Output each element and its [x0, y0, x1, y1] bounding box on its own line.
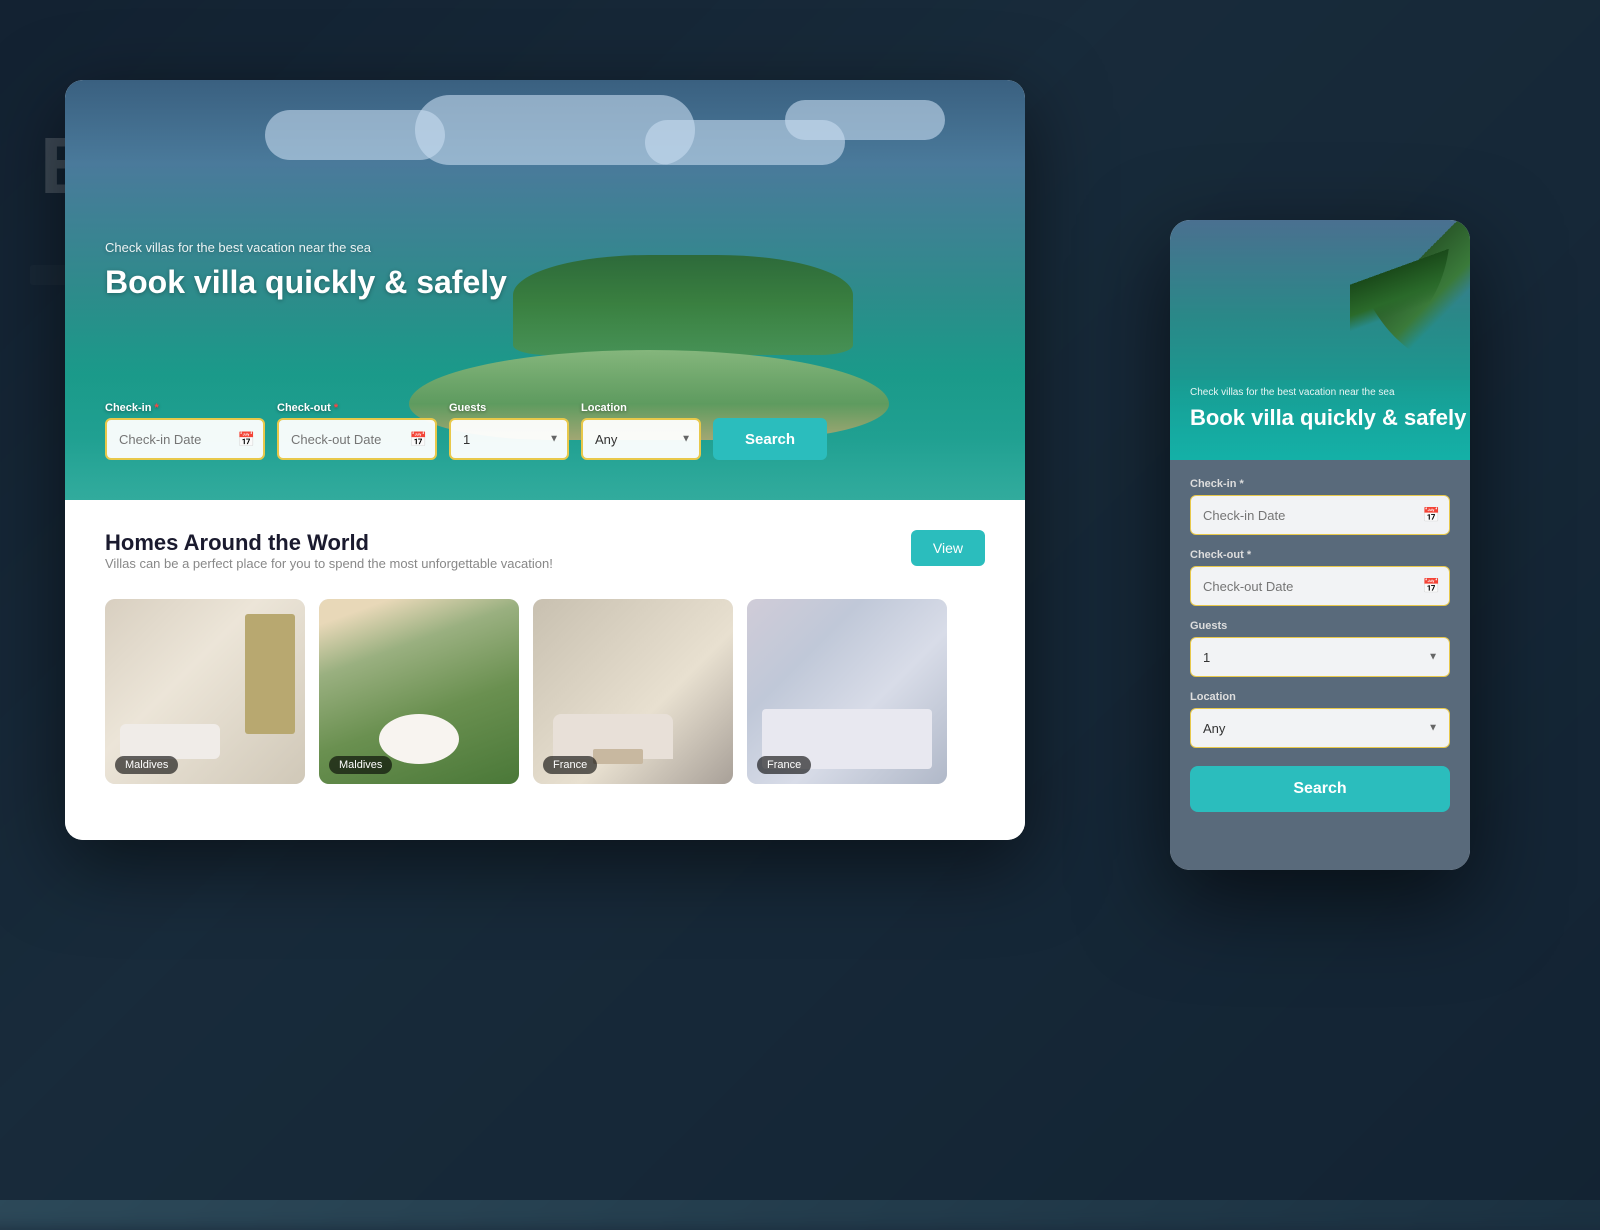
desktop-search-bar: Check-in * 📅 Check-out * 📅 Gues	[105, 402, 985, 460]
section-title-wrap: Homes Around the World Villas can be a p…	[105, 530, 553, 591]
mobile-card: Check villas for the best vacation near …	[1170, 220, 1470, 870]
location-label: Location	[581, 402, 701, 414]
property-badge-1: Maldives	[115, 756, 178, 774]
outdoor-tub	[379, 714, 459, 764]
mobile-hero-subtitle: Check villas for the best vacation near …	[1190, 386, 1466, 399]
mobile-checkout-wrap: 📅	[1190, 566, 1450, 606]
mobile-location-select[interactable]: Any Maldives France Italy Spain	[1190, 708, 1450, 748]
cloud-4	[785, 100, 945, 140]
mobile-hero-text: Check villas for the best vacation near …	[1190, 386, 1466, 430]
content-header: Homes Around the World Villas can be a p…	[105, 530, 985, 591]
guests-select-wrap: 1 2 3 4 5 6+ ▼	[449, 418, 569, 460]
location-select[interactable]: Any Maldives France Italy Spain	[581, 418, 701, 460]
mobile-checkout-label: Check-out *	[1190, 549, 1450, 561]
mobile-guests-group: Guests 1 2 3 4 5 6+ ▼	[1190, 620, 1450, 677]
section-title: Homes Around the World	[105, 530, 553, 556]
desktop-search-button[interactable]: Search	[713, 418, 827, 460]
mobile-location-group: Location Any Maldives France Italy Spain…	[1190, 691, 1450, 748]
property-badge-4: France	[757, 756, 811, 774]
hero-text: Check villas for the best vacation near …	[105, 240, 507, 301]
checkin-group: Check-in * 📅	[105, 402, 265, 460]
properties-grid: Maldives Maldives France	[105, 599, 985, 784]
content-section: Homes Around the World Villas can be a p…	[65, 500, 1025, 840]
property-badge-2: Maldives	[329, 756, 392, 774]
hero-title: Book villa quickly & safely	[105, 263, 507, 301]
mobile-checkin-calendar-icon: 📅	[1423, 507, 1440, 524]
section-desc: Villas can be a perfect place for you to…	[105, 556, 553, 571]
property-card-2[interactable]: Maldives	[319, 599, 519, 784]
checkout-group: Check-out * 📅	[277, 402, 437, 460]
mobile-hero: Check villas for the best vacation near …	[1170, 220, 1470, 460]
hero-section: Check villas for the best vacation near …	[65, 80, 1025, 500]
mobile-guests-select[interactable]: 1 2 3 4 5 6+	[1190, 637, 1450, 677]
sea-overlay	[65, 300, 1025, 500]
bathroom-shelf	[245, 614, 295, 734]
guests-label: Guests	[449, 402, 569, 414]
checkout-input[interactable]	[277, 418, 437, 460]
desktop-card: Check villas for the best vacation near …	[65, 80, 1025, 840]
property-card-3[interactable]: France	[533, 599, 733, 784]
property-card-1[interactable]: Maldives	[105, 599, 305, 784]
checkout-label: Check-out *	[277, 402, 437, 414]
mobile-location-select-wrap: Any Maldives France Italy Spain ▼	[1190, 708, 1450, 748]
mobile-checkout-input[interactable]	[1190, 566, 1450, 606]
mobile-guests-label: Guests	[1190, 620, 1450, 632]
checkin-input-wrap: 📅	[105, 418, 265, 460]
mobile-checkin-input[interactable]	[1190, 495, 1450, 535]
living-table	[593, 749, 643, 764]
checkin-label: Check-in *	[105, 402, 265, 414]
mobile-checkin-label: Check-in *	[1190, 478, 1450, 490]
mobile-location-label: Location	[1190, 691, 1450, 703]
view-all-button[interactable]: View	[911, 530, 985, 566]
mobile-checkin-wrap: 📅	[1190, 495, 1450, 535]
property-badge-3: France	[543, 756, 597, 774]
checkout-input-wrap: 📅	[277, 418, 437, 460]
mobile-search-button[interactable]: Search	[1190, 766, 1450, 812]
mobile-hero-title: Book villa quickly & safely	[1190, 405, 1466, 430]
guests-group: Guests 1 2 3 4 5 6+ ▼	[449, 402, 569, 460]
mobile-checkin-group: Check-in * 📅	[1190, 478, 1450, 535]
bathroom-sink	[120, 724, 220, 759]
mobile-guests-select-wrap: 1 2 3 4 5 6+ ▼	[1190, 637, 1450, 677]
property-card-4[interactable]: France	[747, 599, 947, 784]
location-select-wrap: Any Maldives France Italy Spain ▼	[581, 418, 701, 460]
guests-select[interactable]: 1 2 3 4 5 6+	[449, 418, 569, 460]
mobile-checkout-group: Check-out * 📅	[1190, 549, 1450, 606]
mobile-form: Check-in * 📅 Check-out * 📅 Guests 1 2 3	[1170, 460, 1470, 870]
hero-subtitle: Check villas for the best vacation near …	[105, 240, 507, 255]
mobile-checkout-calendar-icon: 📅	[1423, 578, 1440, 595]
location-group: Location Any Maldives France Italy Spain…	[581, 402, 701, 460]
checkin-input[interactable]	[105, 418, 265, 460]
